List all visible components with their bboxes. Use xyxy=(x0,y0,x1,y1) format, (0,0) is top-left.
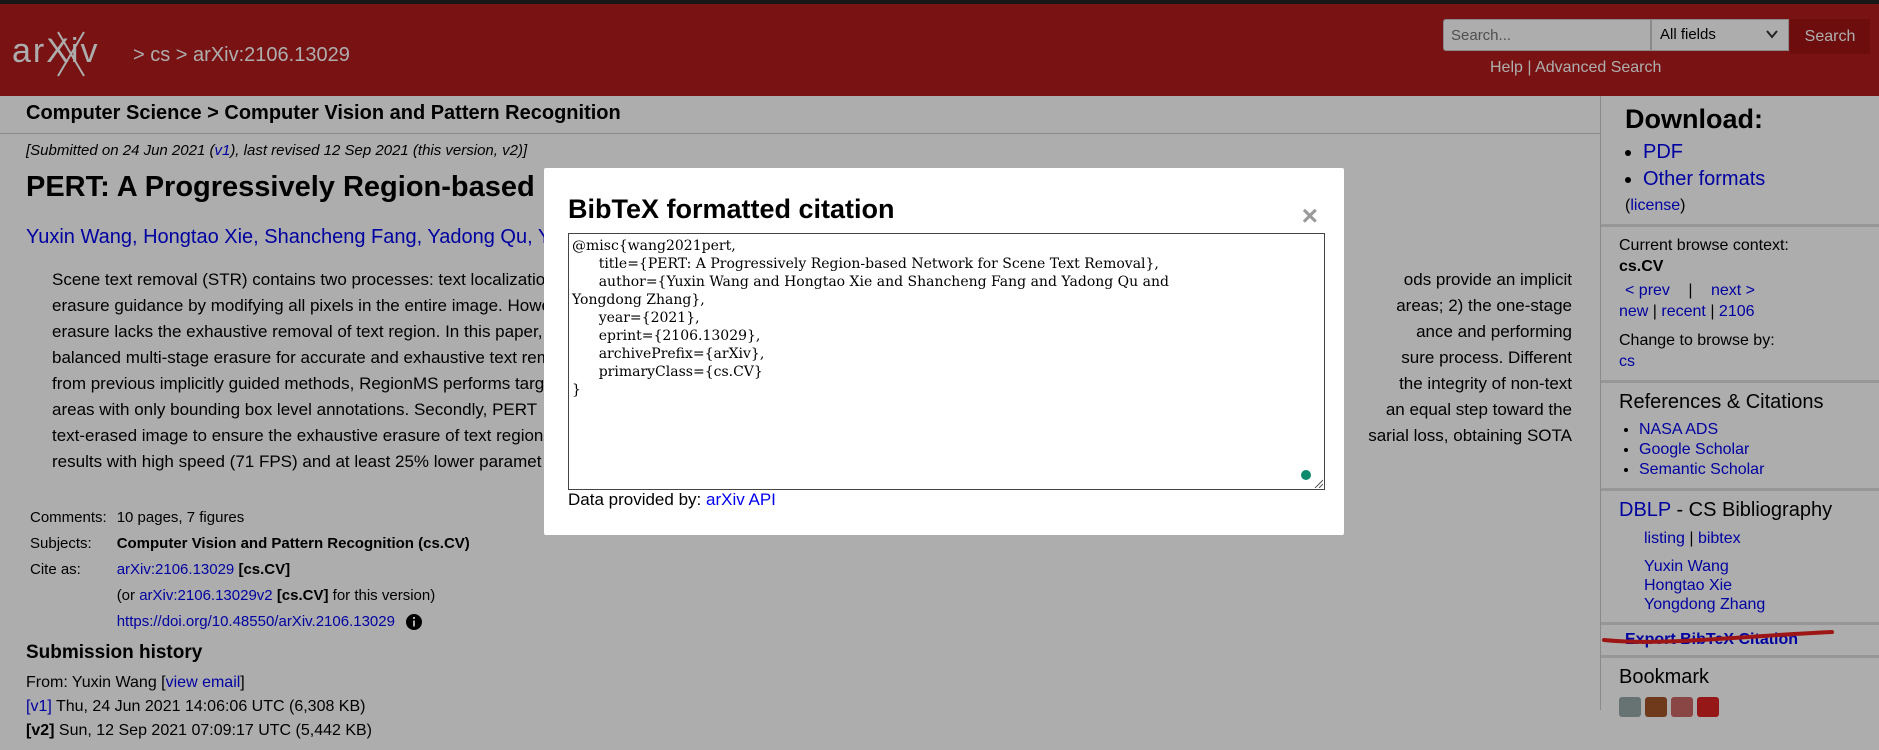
data-provided-by: Data provided by: arXiv API xyxy=(568,490,776,510)
modal-title: BibTeX formatted citation xyxy=(568,194,895,224)
close-icon[interactable]: × xyxy=(1302,200,1318,232)
grammar-assistant-icon[interactable] xyxy=(1301,470,1311,480)
bibtex-modal: BibTeX formatted citation × Data provide… xyxy=(544,168,1344,535)
resize-grip-icon[interactable] xyxy=(1313,478,1323,488)
arxiv-api-link[interactable]: arXiv API xyxy=(706,490,776,509)
bibtex-textarea[interactable] xyxy=(568,233,1325,490)
provided-prefix: Data provided by: xyxy=(568,490,702,509)
